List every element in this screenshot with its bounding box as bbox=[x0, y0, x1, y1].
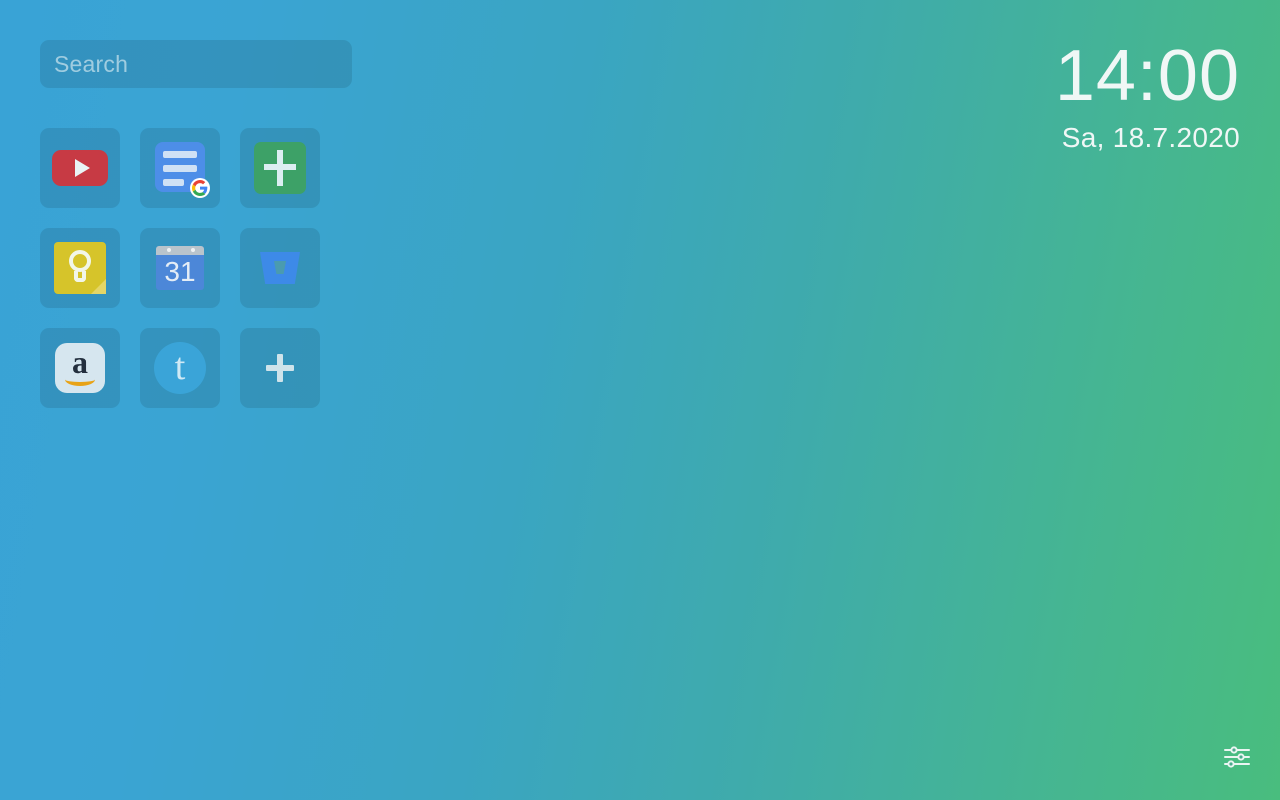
clock-widget: 14:00 Sa, 18.7.2020 bbox=[1055, 38, 1240, 156]
youtube-icon bbox=[52, 140, 108, 196]
app-tile-youtube[interactable] bbox=[40, 128, 120, 208]
app-tile-google-keep[interactable] bbox=[40, 228, 120, 308]
amazon-icon: a bbox=[52, 340, 108, 396]
app-shortcut-grid: 31 a t bbox=[40, 128, 380, 408]
app-tile-amazon[interactable]: a bbox=[40, 328, 120, 408]
google-keep-icon bbox=[52, 240, 108, 296]
search-area bbox=[40, 40, 352, 88]
bitbucket-icon bbox=[252, 240, 308, 296]
app-tile-bitbucket[interactable] bbox=[240, 228, 320, 308]
settings-button[interactable] bbox=[1216, 736, 1258, 778]
tumblr-letter: t bbox=[174, 346, 186, 388]
sheets-plus-icon bbox=[252, 140, 308, 196]
calendar-day-number: 31 bbox=[164, 256, 196, 287]
sliders-icon bbox=[1224, 746, 1250, 768]
search-input[interactable] bbox=[40, 40, 352, 88]
clock-time: 14:00 bbox=[1054, 36, 1240, 116]
calendar-icon: 31 bbox=[152, 240, 208, 296]
google-g-badge-icon bbox=[190, 178, 210, 198]
app-tile-tumblr[interactable]: t bbox=[140, 328, 220, 408]
app-tile-add-shortcut[interactable] bbox=[240, 328, 320, 408]
app-tile-google-docs[interactable] bbox=[140, 128, 220, 208]
clock-date: Sa, 18.7.2020 bbox=[1061, 122, 1240, 153]
add-plus-icon bbox=[252, 340, 308, 396]
tumblr-icon: t bbox=[152, 340, 208, 396]
app-tile-google-sheets[interactable] bbox=[240, 128, 320, 208]
google-docs-icon bbox=[152, 140, 210, 198]
app-tile-google-calendar[interactable]: 31 bbox=[140, 228, 220, 308]
